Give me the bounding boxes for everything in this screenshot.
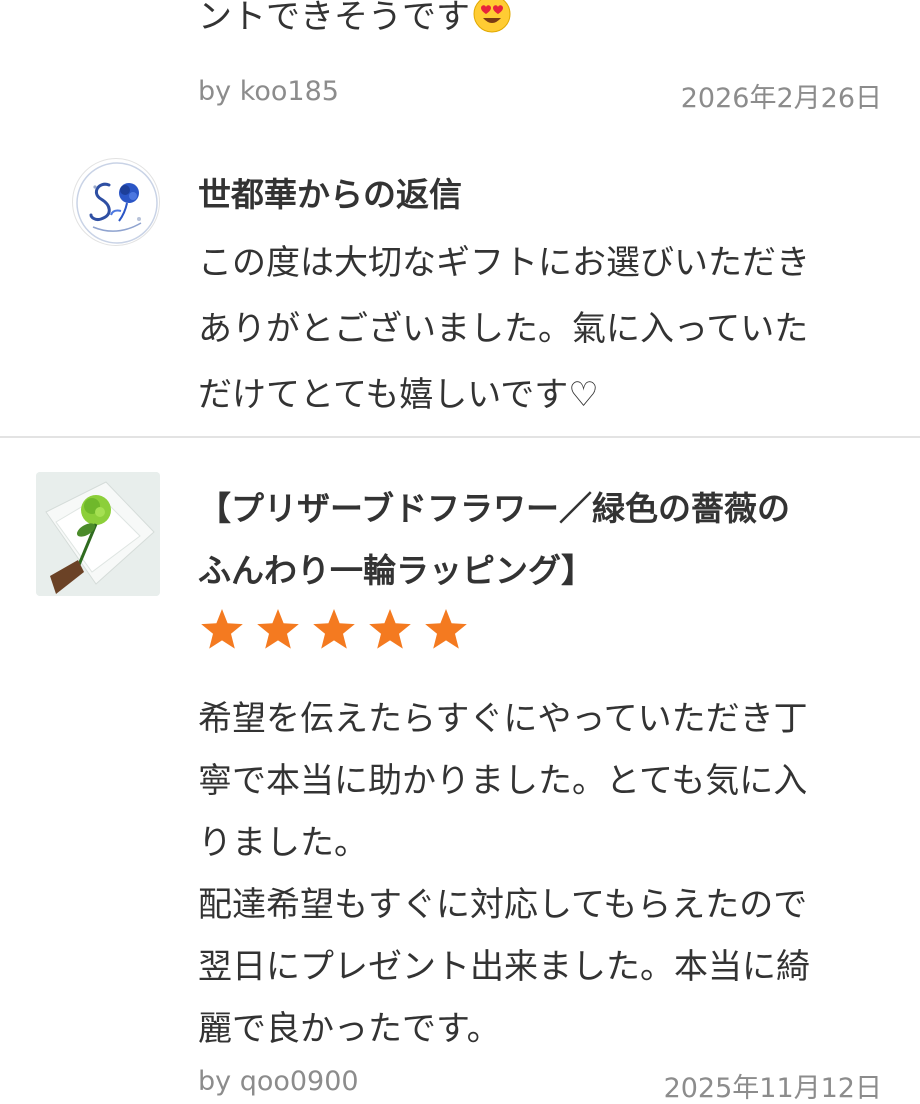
review-meta: by qoo0900 2025年11月12日 [198, 1066, 882, 1104]
reply-line: この度は大切なギフトにお選びいただき [198, 243, 810, 283]
review-date: 2026年2月26日 [680, 83, 882, 114]
reply-title: 世都華からの返信 [198, 175, 462, 214]
product-title-line: 【プリザーブドフラワー／緑色の薔薇の [198, 489, 791, 528]
review-item: 【プリザーブドフラワー／緑色の薔薇の ふんわり一輪ラッピング】 希望を伝えたらす… [0, 438, 920, 1104]
review-author: by qoo0900 [198, 1066, 359, 1097]
review-body: 希望を伝えたらすぐにやっていただき丁 寧で本当に助かりました。とても気に入 りま… [198, 688, 888, 1060]
review-date: 2025年11月12日 [663, 1073, 882, 1104]
product-title[interactable]: 【プリザーブドフラワー／緑色の薔薇の ふんわり一輪ラッピング】 [198, 478, 888, 602]
review-line: 寧で本当に助かりました。とても気に入 [198, 761, 808, 801]
shop-reply: 世都華からの返信 この度は大切なギフトにお選びいただき ありがとございました。氣… [0, 150, 920, 436]
heart-eyes-emoji-icon [473, 0, 511, 33]
review-line: 翌日にプレゼント出来ました。本当に綺 [198, 947, 810, 987]
reply-body: この度は大切なギフトにお選びいただき ありがとございました。氣に入っていた だけ… [198, 230, 878, 428]
star-icon [313, 609, 355, 649]
blue-rose-logo-icon [76, 162, 158, 244]
previous-review-text: ントできそうです [198, 0, 512, 40]
previous-review-meta: by koo185 2026年2月26日 [198, 76, 882, 115]
review-line: 希望を伝えたらすぐにやっていただき丁 [198, 699, 808, 739]
green-rose-bouquet-icon [36, 472, 160, 596]
product-title-line: ふんわり一輪ラッピング】 [198, 551, 594, 590]
star-icon [425, 609, 467, 649]
review-line: 麗で良かったです。 [198, 1009, 501, 1049]
review-line: りました。 [198, 823, 368, 863]
star-rating [200, 608, 468, 650]
review-author: by koo185 [198, 76, 339, 107]
star-icon [257, 609, 299, 649]
star-icon [369, 609, 411, 649]
review-line: 配達希望もすぐに対応してもらえたので [198, 885, 808, 925]
reply-line: だけてとても嬉しいです♡ [198, 375, 599, 415]
shop-avatar [72, 158, 160, 246]
previous-review-text-tail: ントできそうです [198, 0, 470, 37]
star-icon [201, 609, 243, 649]
previous-review: ントできそうです by koo185 2026年2月26日 [0, 0, 920, 150]
product-thumbnail[interactable] [36, 472, 160, 596]
reply-line: ありがとございました。氣に入っていた [198, 309, 809, 349]
